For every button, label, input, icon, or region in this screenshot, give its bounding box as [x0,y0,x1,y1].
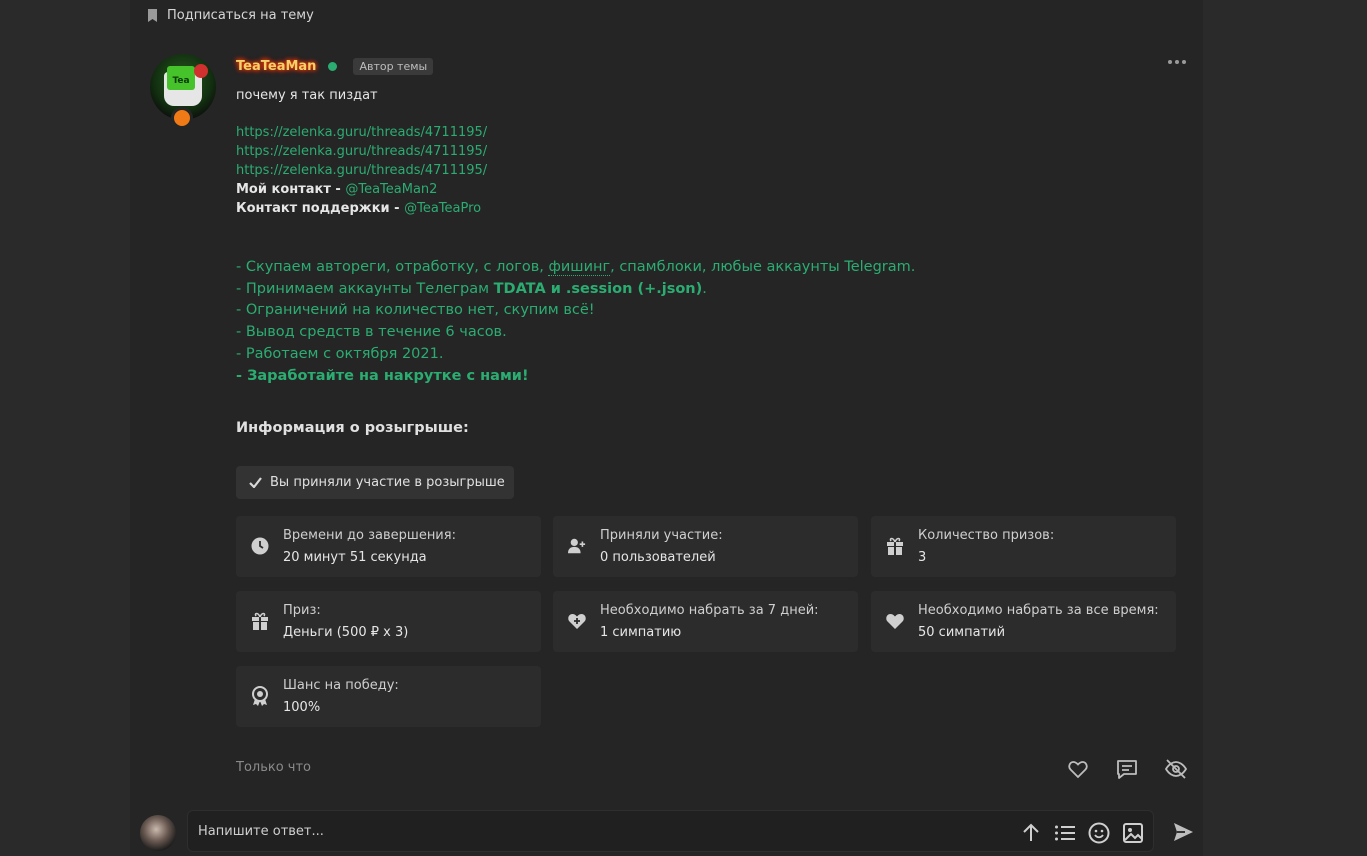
card-value: 20 минут 51 секунда [283,550,427,565]
hide-post-button[interactable] [1164,757,1188,781]
reply-quote-button[interactable] [1115,757,1139,781]
my-contact-line: Мой контакт - @TeaTeaMan2 [236,182,437,197]
gift-icon [886,537,904,555]
gift-icon [251,612,269,630]
scroll-up-button[interactable] [1020,822,1042,844]
ad-text-bold: TDATA и .session (+.json) [493,281,703,297]
thread-link[interactable]: https://zelenka.guru/threads/4711195/ [236,163,487,178]
giveaway-card: Необходимо набрать за все время: 50 симп… [871,591,1176,652]
card-label: Приняли участие: [600,528,723,543]
card-label: Шанс на победу: [283,678,399,693]
user-plus-icon [568,537,586,555]
reply-input[interactable]: Напишите ответ... [187,810,1154,852]
list-icon [1055,825,1075,841]
subscribe-label: Подписаться на тему [167,7,314,23]
online-indicator [328,61,338,71]
send-icon [1174,823,1193,841]
card-value: 100% [283,700,321,715]
participated-button[interactable]: Вы приняли участие в розыгрыше [236,466,514,499]
giveaway-card: Приз: Деньги (500 ₽ x 3) [236,591,541,652]
emoji-button[interactable] [1088,822,1110,844]
card-value: 0 пользователей [600,550,716,565]
image-icon [1123,823,1143,843]
card-label: Количество призов: [918,528,1055,543]
author-line: TeaTeaMan Автор темы [236,57,434,75]
ad-line: - Заработайте на накрутке с нами! [236,368,529,384]
support-contact-link[interactable]: @TeaTeaPro [404,201,481,216]
send-button[interactable] [1171,820,1195,844]
my-contact-label: Мой контакт - [236,182,346,197]
ad-line: - Принимаем аккаунты Телеграм TDATA и .s… [236,281,707,297]
eye-off-icon [1164,759,1188,779]
card-value: 50 симпатий [918,625,1006,640]
giveaway-title: Информация о розыгрыше: [236,420,469,436]
participated-label: Вы приняли участие в розыгрыше [270,475,505,490]
dot-icon [1168,60,1172,64]
bookmark-icon [148,8,157,22]
ad-text: - Принимаем аккаунты Телеграм [236,281,494,297]
card-value: Деньги (500 ₽ x 3) [283,625,409,640]
arrow-up-icon [1023,823,1039,841]
giveaway-card: Шанс на победу: 100% [236,666,541,727]
reply-placeholder: Напишите ответ... [198,824,324,839]
card-value: 3 [918,550,927,565]
heart-icon [886,612,904,630]
dot-icon [1182,60,1186,64]
username-link[interactable]: TeaTeaMan [236,59,316,74]
card-label: Необходимо набрать за 7 дней: [600,603,819,618]
heart-plus-icon [568,612,586,630]
smile-icon [1088,822,1110,844]
post-message: почему я так пиздат [236,88,378,103]
post-time[interactable]: Только что [236,760,311,775]
rose-image [194,64,208,78]
ad-term[interactable]: фишинг [548,259,611,276]
ad-line: - Ограничений на количество нет, скупим … [236,302,595,318]
current-user-avatar[interactable] [140,815,176,851]
card-label: Необходимо набрать за все время: [918,603,1159,618]
giveaway-card: Времени до завершения: 20 минут 51 секун… [236,516,541,577]
like-button[interactable] [1066,757,1090,781]
giveaway-card: Приняли участие: 0 пользователей [553,516,858,577]
thread-link[interactable]: https://zelenka.guru/threads/4711195/ [236,125,487,140]
giveaway-card: Необходимо набрать за 7 дней: 1 симпатию [553,591,858,652]
dot-icon [1175,60,1179,64]
comment-icon [1117,760,1137,779]
reply-bar: Напишите ответ... [130,805,1203,856]
ad-text: - Скупаем автореги, отработку, с логов, [236,259,549,275]
card-value: 1 симпатию [600,625,682,640]
my-contact-link[interactable]: @TeaTeaMan2 [345,182,437,197]
ad-text: , спамблоки, любые аккаунты Telegram. [610,259,916,275]
list-format-button[interactable] [1054,822,1076,844]
status-indicator [171,107,193,129]
author-avatar[interactable]: Tea [150,54,216,129]
award-icon [251,686,269,706]
check-icon [249,477,262,488]
support-contact-line: Контакт поддержки - @TeaTeaPro [236,201,481,216]
ad-text: . [702,281,707,297]
image-upload-button[interactable] [1122,822,1144,844]
post-menu-button[interactable] [1165,54,1189,70]
thread-column: Подписаться на тему Tea TeaTeaMan Автор … [130,0,1203,856]
ad-line: - Вывод средств в течение 6 часов. [236,324,507,340]
ad-line: - Работаем с октября 2021. [236,346,444,362]
card-label: Времени до завершения: [283,528,456,543]
giveaway-card: Количество призов: 3 [871,516,1176,577]
ad-line: - Скупаем автореги, отработку, с логов, … [236,259,916,276]
author-badge: Автор темы [353,57,434,75]
heart-outline-icon [1068,761,1088,779]
clock-icon [251,537,269,555]
thread-link[interactable]: https://zelenka.guru/threads/4711195/ [236,144,487,159]
card-label: Приз: [283,603,321,618]
subscribe-thread-button[interactable]: Подписаться на тему [147,6,314,24]
tea-box-image: Tea [167,66,195,90]
support-contact-label: Контакт поддержки - [236,201,405,216]
